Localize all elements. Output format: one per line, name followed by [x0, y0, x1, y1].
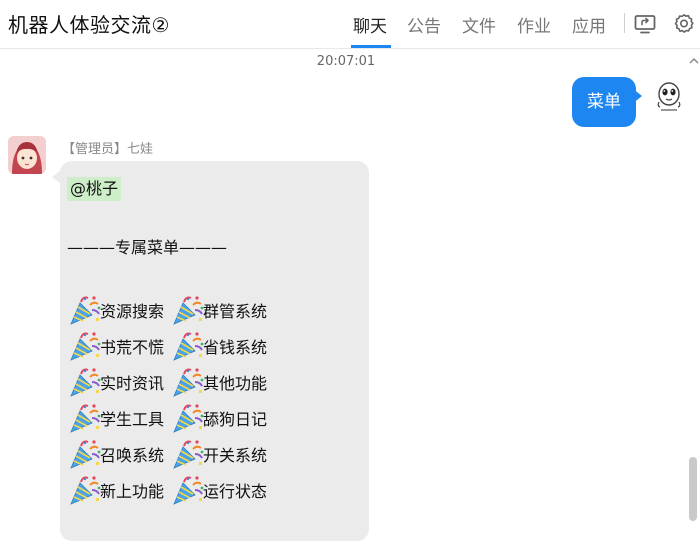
party-popper-icon [68, 473, 102, 507]
chat-header: 机器人体验交流② 聊天 公告 文件 作业 应用 [0, 0, 700, 49]
party-popper-icon [68, 293, 102, 327]
menu-item[interactable]: 召唤系统 [68, 437, 164, 471]
menu-item[interactable]: 其他功能 [171, 365, 267, 399]
party-popper-icon [68, 401, 102, 435]
message-timestamp: 20:07:01 [316, 54, 376, 69]
menu-item-label: 资源搜索 [100, 302, 165, 321]
gear-icon[interactable] [672, 12, 696, 36]
screen-share-icon[interactable] [633, 12, 657, 36]
menu-item-label: 实时资讯 [100, 374, 165, 393]
menu-item-label: 新上功能 [100, 482, 165, 501]
my-message-bubble[interactable]: 菜单 [572, 77, 636, 127]
menu-item-label: 开关系统 [203, 446, 268, 465]
active-tab-indicator [351, 45, 391, 48]
menu-item-label: 省钱系统 [203, 338, 268, 357]
menu-item-label: 召唤系统 [100, 446, 165, 465]
tab-chat[interactable]: 聊天 [353, 12, 387, 37]
my-bubble-tail [632, 88, 642, 104]
menu-item-label: 学生工具 [100, 410, 165, 429]
scrollbar-thumb[interactable] [689, 457, 697, 521]
menu-item[interactable]: 学生工具 [68, 401, 164, 435]
menu-heading: ———专属菜单——— [67, 238, 228, 257]
party-popper-icon [171, 401, 205, 435]
mention-tag[interactable]: @桃子 [67, 177, 122, 201]
party-popper-icon [171, 365, 205, 399]
tab-homework[interactable]: 作业 [517, 12, 551, 37]
header-divider [624, 13, 625, 33]
menu-item[interactable]: 运行状态 [171, 473, 267, 507]
sender-avatar[interactable] [8, 136, 46, 174]
sender-name[interactable]: 【管理员】七娃 [62, 138, 153, 157]
menu-item[interactable]: 群管系统 [171, 293, 267, 327]
menu-item[interactable]: 省钱系统 [171, 329, 267, 363]
menu-item-label: 其他功能 [203, 374, 268, 393]
party-popper-icon [171, 293, 205, 327]
scroll-up-icon[interactable] [688, 55, 700, 67]
party-popper-icon [171, 473, 205, 507]
menu-item[interactable]: 开关系统 [171, 437, 267, 471]
my-avatar[interactable] [651, 78, 687, 114]
tab-apps[interactable]: 应用 [572, 12, 606, 37]
group-title: 机器人体验交流② [8, 13, 170, 37]
menu-item-label: 书荒不慌 [100, 338, 165, 357]
party-popper-icon [68, 329, 102, 363]
party-popper-icon [171, 329, 205, 363]
party-popper-icon [171, 437, 205, 471]
menu-item[interactable]: 书荒不慌 [68, 329, 164, 363]
menu-item[interactable]: 实时资讯 [68, 365, 164, 399]
menu-item-label: 舔狗日记 [203, 410, 268, 429]
tab-files[interactable]: 文件 [462, 12, 496, 37]
incoming-bubble-tail [52, 170, 61, 184]
menu-item[interactable]: 资源搜索 [68, 293, 164, 327]
party-popper-icon [68, 365, 102, 399]
menu-item[interactable]: 舔狗日记 [171, 401, 267, 435]
menu-item-label: 群管系统 [203, 302, 268, 321]
party-popper-icon [68, 437, 102, 471]
menu-item[interactable]: 新上功能 [68, 473, 164, 507]
menu-item-label: 运行状态 [203, 482, 268, 501]
tab-announcements[interactable]: 公告 [407, 12, 441, 37]
